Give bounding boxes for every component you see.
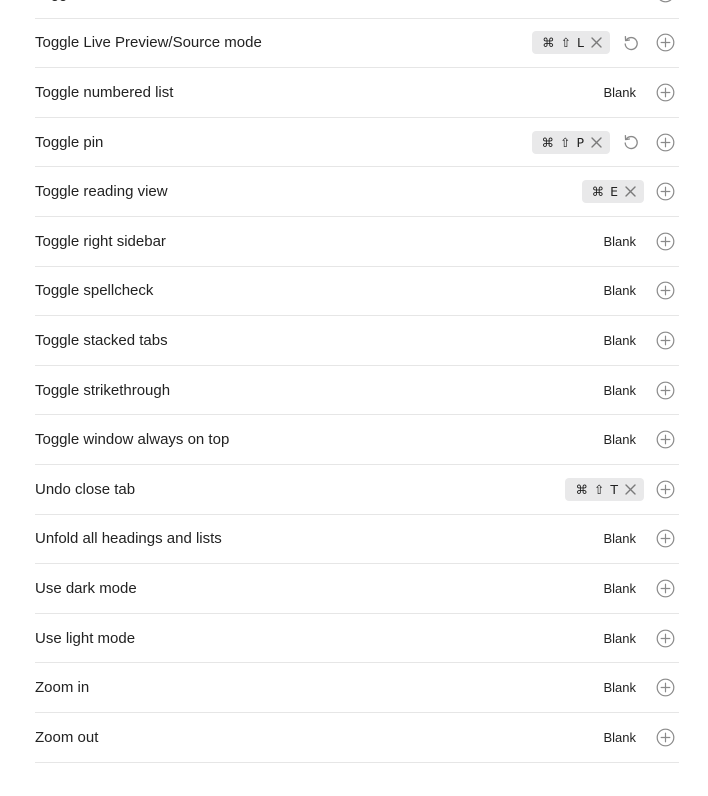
hotkey-row: Toggle stacked tabs Blank bbox=[35, 316, 679, 366]
hotkey-row: Toggle Live Preview/Source mode ⌘ ⇧ L bbox=[35, 19, 679, 69]
hotkey-controls: Blank bbox=[603, 678, 679, 697]
restore-default-icon[interactable] bbox=[622, 133, 640, 151]
plus-circle-icon[interactable] bbox=[656, 83, 675, 102]
hotkey-controls: ⌘ E bbox=[581, 180, 679, 204]
blank-label: Blank bbox=[603, 283, 636, 299]
hotkey-controls: Blank bbox=[603, 331, 679, 350]
plus-circle-icon[interactable] bbox=[656, 182, 675, 201]
hotkey-keys: ⌘ E bbox=[591, 184, 619, 200]
hotkey-controls: Blank bbox=[603, 579, 679, 598]
blank-label: Blank bbox=[603, 680, 636, 696]
command-name: Use light mode bbox=[35, 629, 136, 647]
hotkey-chip: ⌘ ⇧ L bbox=[532, 31, 610, 55]
command-name: Toggle reading view bbox=[35, 183, 168, 201]
plus-circle-icon[interactable] bbox=[656, 678, 675, 697]
command-name: Toggle strikethrough bbox=[35, 381, 171, 399]
command-name: Use dark mode bbox=[35, 579, 137, 597]
hotkey-row: Toggle spellcheck Blank bbox=[35, 267, 679, 317]
restore-default-icon[interactable] bbox=[622, 34, 640, 52]
remove-hotkey-x-icon[interactable] bbox=[589, 36, 603, 50]
blank-label: Blank bbox=[603, 729, 636, 745]
command-name: Zoom in bbox=[35, 679, 90, 697]
hotkey-row: Toggle strikethrough Blank bbox=[35, 366, 679, 416]
hotkey-row: Zoom out Blank bbox=[35, 713, 679, 763]
plus-circle-icon[interactable] bbox=[656, 430, 675, 449]
hotkey-list: ToggleBlankToggle Live Preview/Source mo… bbox=[35, 0, 679, 763]
plus-circle-icon[interactable] bbox=[656, 33, 675, 52]
command-name: Toggle Live Preview/Source mode bbox=[35, 34, 262, 52]
hotkey-row: Toggle reading view ⌘ E bbox=[35, 167, 679, 217]
hotkey-row: Toggle window always on top Blank bbox=[35, 415, 679, 465]
plus-circle-icon[interactable] bbox=[656, 579, 675, 598]
hotkey-chip: ⌘ ⇧ P bbox=[531, 130, 610, 154]
plus-circle-icon[interactable] bbox=[656, 480, 675, 499]
plus-circle-icon[interactable] bbox=[656, 232, 675, 251]
hotkey-controls: Blank bbox=[603, 0, 679, 3]
blank-label: Blank bbox=[603, 630, 636, 646]
hotkey-controls: ⌘ ⇧ L bbox=[532, 31, 679, 55]
plus-circle-icon[interactable] bbox=[656, 629, 675, 648]
hotkey-controls: ⌘ ⇧ T bbox=[565, 477, 679, 501]
hotkey-row: Unfold all headings and lists Blank bbox=[35, 515, 679, 565]
hotkey-row: Use light mode Blank bbox=[35, 614, 679, 664]
remove-hotkey-x-icon[interactable] bbox=[589, 135, 603, 149]
command-name: Zoom out bbox=[35, 728, 99, 746]
blank-label: Blank bbox=[603, 233, 636, 249]
hotkey-row: Zoom in Blank bbox=[35, 663, 679, 713]
command-name: Toggle pin bbox=[35, 133, 104, 151]
plus-circle-icon[interactable] bbox=[656, 0, 675, 3]
hotkey-controls: ⌘ ⇧ P bbox=[531, 130, 679, 154]
plus-circle-icon[interactable] bbox=[656, 529, 675, 548]
hotkey-row: ToggleBlank bbox=[35, 0, 679, 19]
command-name: Undo close tab bbox=[35, 480, 136, 498]
command-name: Toggle right sidebar bbox=[35, 232, 166, 250]
remove-hotkey-x-icon[interactable] bbox=[623, 185, 637, 199]
command-name: Toggle numbered list bbox=[35, 83, 174, 101]
hotkey-controls: Blank bbox=[603, 629, 679, 648]
hotkey-controls: Blank bbox=[603, 529, 679, 548]
hotkey-controls: Blank bbox=[603, 381, 679, 400]
blank-label: Blank bbox=[603, 580, 636, 596]
plus-circle-icon[interactable] bbox=[656, 381, 675, 400]
remove-hotkey-x-icon[interactable] bbox=[623, 482, 637, 496]
blank-label: Blank bbox=[603, 432, 636, 448]
plus-circle-icon[interactable] bbox=[656, 281, 675, 300]
command-name: Toggle bbox=[35, 0, 603, 2]
plus-circle-icon[interactable] bbox=[656, 728, 675, 747]
blank-label: Blank bbox=[603, 84, 636, 100]
hotkey-keys: ⌘ ⇧ T bbox=[575, 481, 619, 497]
hotkey-controls: Blank bbox=[603, 728, 679, 747]
plus-circle-icon[interactable] bbox=[656, 331, 675, 350]
blank-label: Blank bbox=[603, 0, 636, 1]
hotkey-row: Toggle numbered list Blank bbox=[35, 68, 679, 118]
plus-circle-icon[interactable] bbox=[656, 133, 675, 152]
command-name: Toggle stacked tabs bbox=[35, 331, 168, 349]
hotkey-controls: Blank bbox=[603, 430, 679, 449]
command-name: Toggle spellcheck bbox=[35, 282, 154, 300]
hotkey-row: Use dark mode Blank bbox=[35, 564, 679, 614]
blank-label: Blank bbox=[603, 531, 636, 547]
hotkey-controls: Blank bbox=[603, 83, 679, 102]
hotkey-controls: Blank bbox=[603, 281, 679, 300]
hotkey-row: Undo close tab ⌘ ⇧ T bbox=[35, 465, 679, 515]
hotkey-keys: ⌘ ⇧ L bbox=[542, 35, 585, 51]
hotkey-chip: ⌘ ⇧ T bbox=[565, 477, 644, 501]
blank-label: Blank bbox=[603, 382, 636, 398]
hotkey-chip: ⌘ E bbox=[581, 180, 644, 204]
hotkey-row: Toggle right sidebar Blank bbox=[35, 217, 679, 267]
hotkey-keys: ⌘ ⇧ P bbox=[541, 134, 585, 150]
blank-label: Blank bbox=[603, 332, 636, 348]
command-name: Toggle window always on top bbox=[35, 431, 230, 449]
hotkey-controls: Blank bbox=[603, 232, 679, 251]
command-name: Unfold all headings and lists bbox=[35, 530, 222, 548]
hotkey-row: Toggle pin ⌘ ⇧ P bbox=[35, 118, 679, 168]
